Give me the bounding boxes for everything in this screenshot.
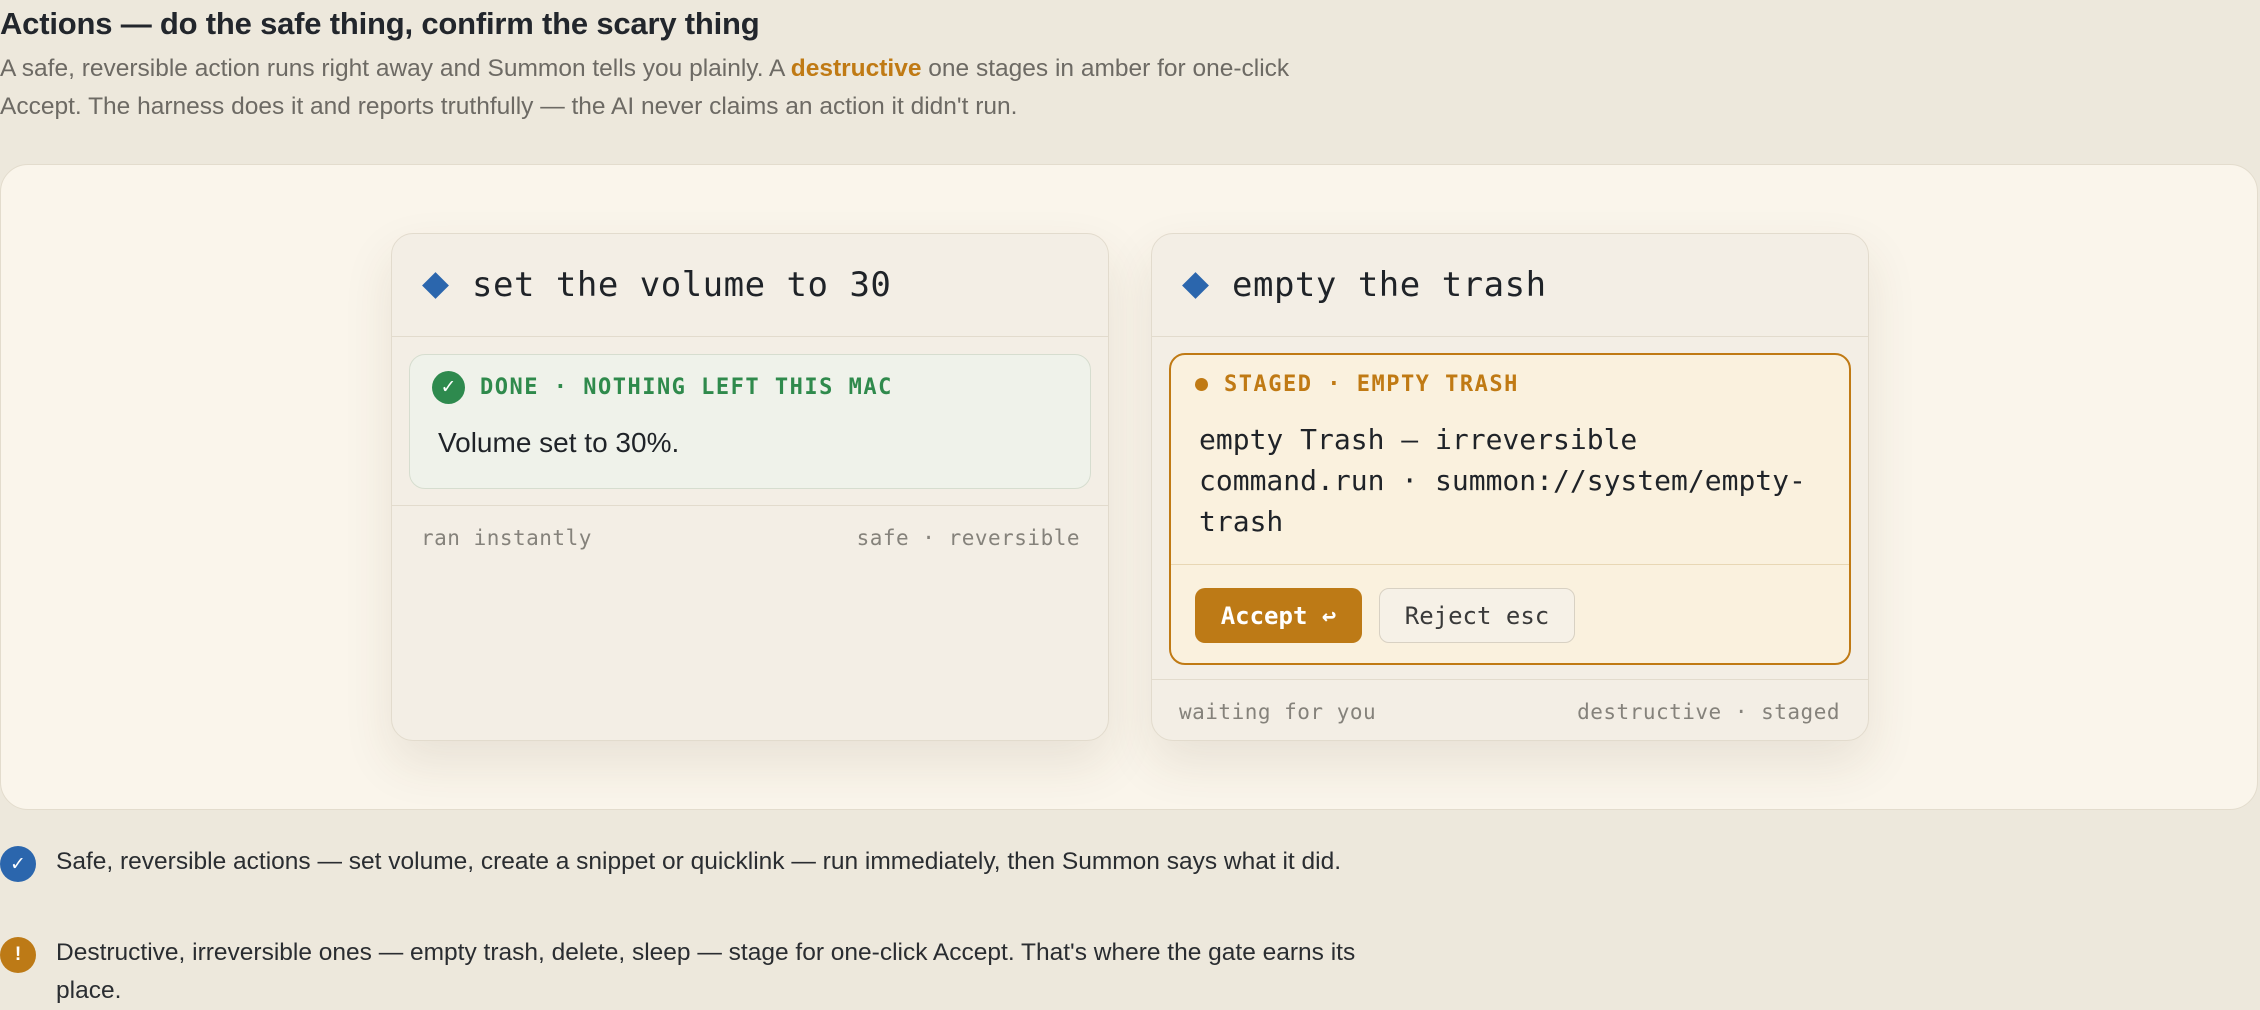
- staged-status-label: STAGED · EMPTY TRASH: [1224, 372, 1519, 397]
- dot-icon: [1195, 378, 1208, 391]
- destructive-footer-left: waiting for you: [1179, 700, 1377, 724]
- intro-text-start: A safe, reversible action runs right awa…: [0, 55, 791, 82]
- staged-status-header: STAGED · EMPTY TRASH: [1195, 372, 1519, 397]
- staged-command-line2: command.run · summon://system/empty-tras…: [1199, 464, 1806, 538]
- safe-footer-left: ran instantly: [421, 526, 592, 550]
- safe-card-header: set the volume to 30: [392, 234, 1108, 337]
- demo-stage: [0, 164, 2258, 810]
- safe-card-title: set the volume to 30: [472, 265, 892, 305]
- staged-divider: [1171, 564, 1849, 565]
- note-destructive-text: Destructive, irreversible ones — empty t…: [56, 939, 1356, 1004]
- check-icon: ✓: [0, 846, 36, 882]
- safe-action-card: set the volume to 30 ✓ DONE · NOTHING LE…: [391, 233, 1109, 741]
- destructive-action-card: empty the trash STAGED · EMPTY TRASH emp…: [1151, 233, 1869, 741]
- done-message: Volume set to 30%.: [438, 427, 680, 458]
- destructive-card-header: empty the trash: [1152, 234, 1868, 337]
- staged-command: empty Trash — irreversible command.run · …: [1199, 419, 1819, 542]
- staged-command-line1: empty Trash — irreversible: [1199, 423, 1638, 456]
- safe-footer-right: safe · reversible: [856, 526, 1080, 550]
- check-icon: ✓: [432, 371, 465, 404]
- done-status-header: ✓ DONE · NOTHING LEFT THIS MAC: [432, 371, 893, 404]
- intro-text: A safe, reversible action runs right awa…: [0, 50, 1300, 126]
- note-safe: ✓ Safe, reversible actions — set volume,…: [0, 843, 1376, 882]
- destructive-footer-right: destructive · staged: [1577, 700, 1840, 724]
- note-destructive: ! Destructive, irreversible ones — empty…: [0, 934, 1376, 1010]
- diamond-icon: [422, 271, 449, 299]
- done-status-box: ✓ DONE · NOTHING LEFT THIS MAC Volume se…: [409, 354, 1091, 489]
- reject-button[interactable]: Reject esc: [1379, 588, 1575, 643]
- safe-card-divider: [392, 505, 1108, 506]
- page-title: Actions — do the safe thing, confirm the…: [0, 6, 760, 41]
- done-status-label: DONE · NOTHING LEFT THIS MAC: [480, 375, 893, 400]
- destructive-card-divider: [1152, 679, 1868, 680]
- staged-action-box: STAGED · EMPTY TRASH empty Trash — irrev…: [1169, 353, 1851, 665]
- accept-button[interactable]: Accept ↩: [1195, 588, 1362, 643]
- destructive-card-title: empty the trash: [1232, 265, 1547, 305]
- warning-icon: !: [0, 937, 36, 973]
- intro-highlight: destructive: [790, 55, 922, 82]
- diamond-icon: [1182, 271, 1209, 299]
- note-safe-text: Safe, reversible actions — set volume, c…: [56, 848, 1342, 875]
